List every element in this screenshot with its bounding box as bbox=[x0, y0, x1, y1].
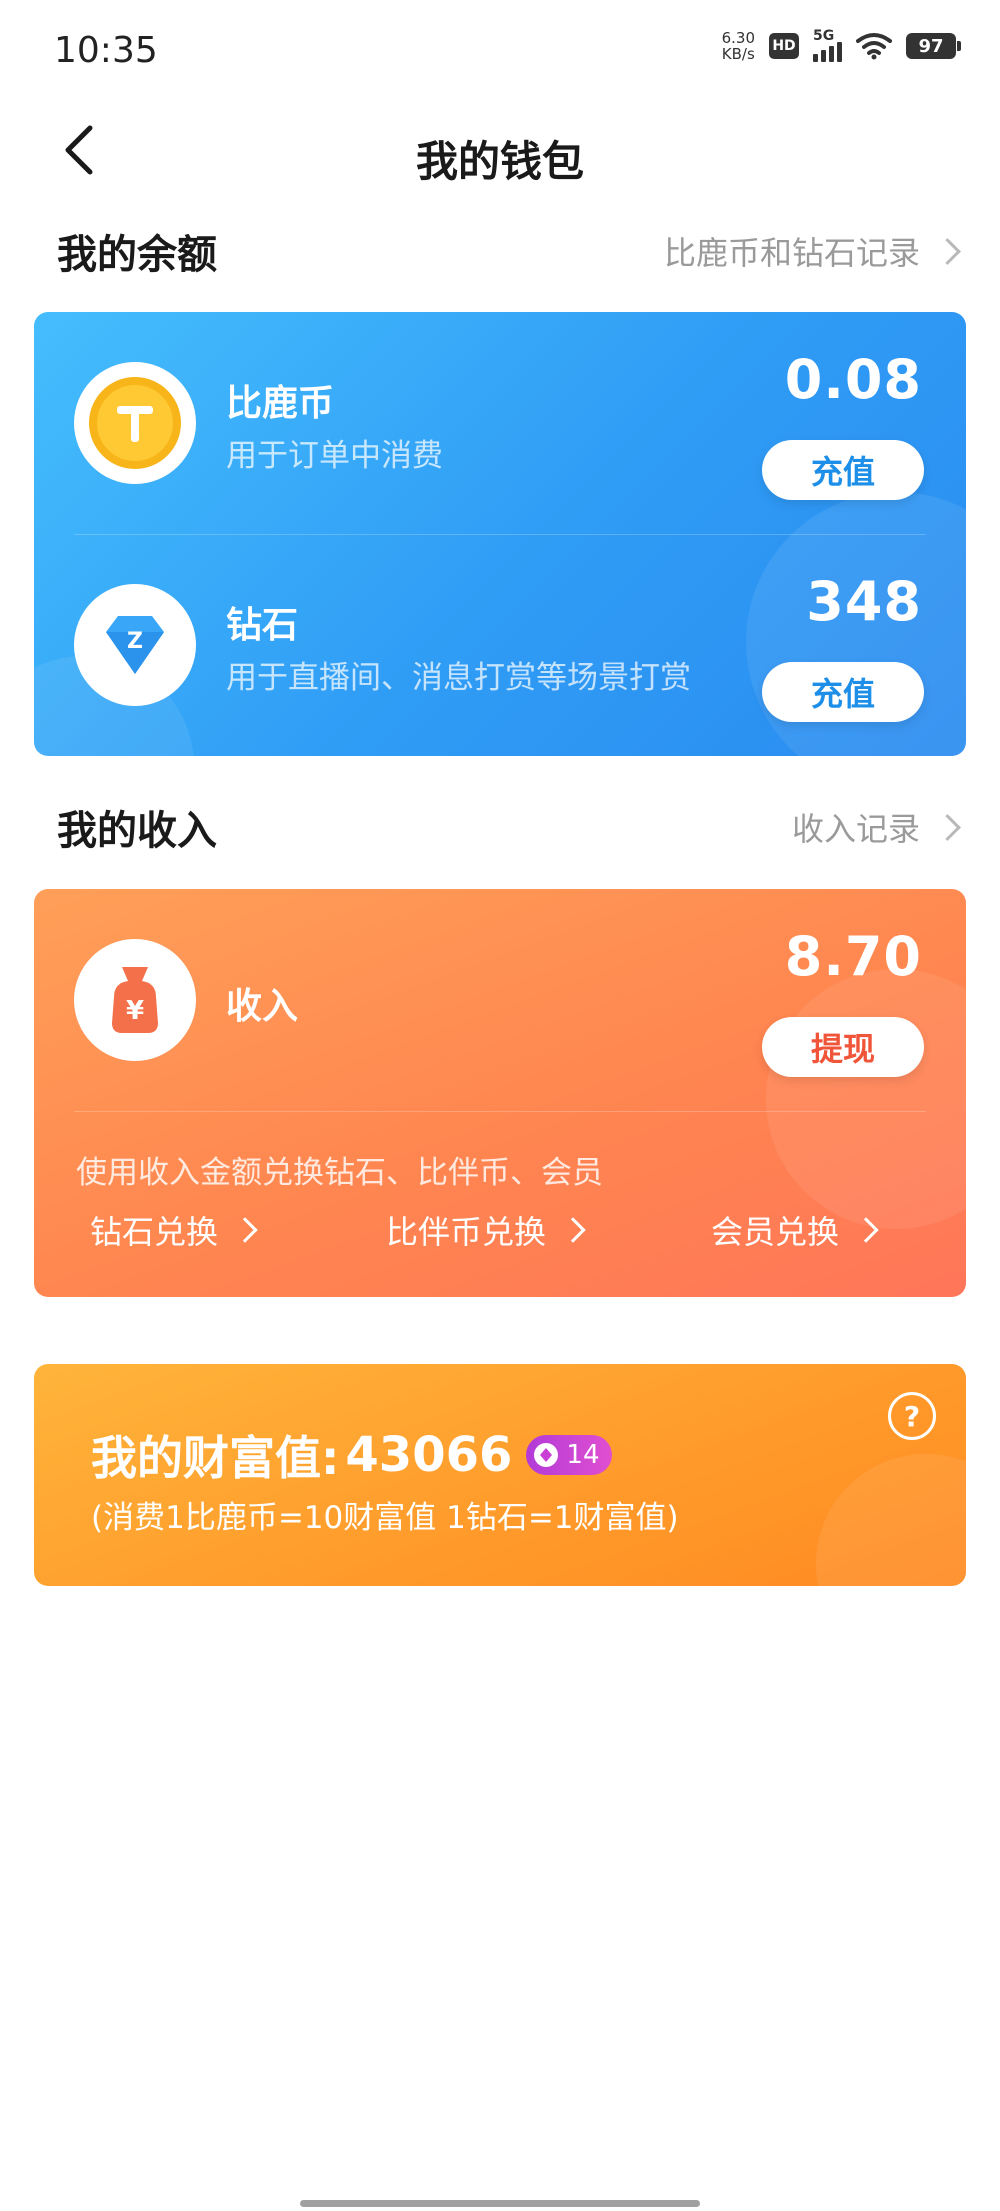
income-records-link[interactable]: 收入记录 bbox=[792, 804, 961, 850]
exchange-note: 使用收入金额兑换钻石、比伴币、会员 bbox=[76, 1155, 603, 1191]
wealth-card: 我的财富值: 43066 14 (消费1比鹿币=10财富值 1钻石=1财富值) … bbox=[34, 1364, 966, 1586]
status-time: 10:35 bbox=[54, 30, 158, 71]
wealth-rule: (消费1比鹿币=10财富值 1钻石=1财富值) bbox=[91, 1500, 679, 1536]
status-icons: 6.30 KB/s HD 5G 97 bbox=[721, 28, 961, 63]
gold-coin-icon bbox=[89, 377, 181, 469]
income-row: ¥ 收入 8.70 提现 bbox=[34, 889, 966, 1089]
diamond-icon: Z bbox=[106, 616, 164, 674]
membership-exchange-link[interactable]: 会员兑换 bbox=[711, 1207, 879, 1253]
wifi-icon bbox=[856, 33, 892, 60]
diamond-avatar: Z bbox=[74, 584, 196, 706]
wealth-line: 我的财富值: 43066 14 bbox=[91, 1422, 612, 1488]
level-badge: 14 bbox=[526, 1435, 612, 1475]
income-section-header: 我的收入 收入记录 bbox=[57, 798, 961, 858]
diamond-recharge-button[interactable]: 充值 bbox=[762, 662, 924, 722]
coin-row: 比鹿币 用于订单中消费 0.08 充值 bbox=[34, 312, 966, 512]
signal-icon: 5G bbox=[813, 28, 842, 62]
exchange-links: 钻石兑换 比伴币兑换 会员兑换 bbox=[34, 1207, 966, 1267]
income-amount: 8.70 bbox=[784, 925, 922, 988]
battery-icon: 97 bbox=[906, 33, 961, 59]
balance-section-header: 我的余额 比鹿币和钻石记录 bbox=[57, 222, 961, 282]
chevron-right-icon bbox=[934, 237, 961, 265]
chevron-right-icon bbox=[934, 813, 961, 841]
income-avatar: ¥ bbox=[74, 939, 196, 1061]
home-indicator[interactable] bbox=[300, 2200, 700, 2207]
level-diamond-icon bbox=[534, 1443, 559, 1467]
withdraw-button[interactable]: 提现 bbox=[762, 1017, 924, 1077]
coin-diamond-records-link[interactable]: 比鹿币和钻石记录 bbox=[664, 228, 961, 274]
companion-coin-exchange-link[interactable]: 比伴币兑换 bbox=[386, 1207, 586, 1253]
diamond-exchange-link[interactable]: 钻石兑换 bbox=[90, 1207, 258, 1253]
svg-text:¥: ¥ bbox=[126, 996, 144, 1026]
svg-text:Z: Z bbox=[127, 629, 143, 654]
chevron-right-icon bbox=[853, 1217, 879, 1243]
coin-recharge-button[interactable]: 充值 bbox=[762, 440, 924, 500]
status-bar: 10:35 6.30 KB/s HD 5G 97 bbox=[0, 0, 1000, 110]
income-card: ¥ 收入 8.70 提现 使用收入金额兑换钻石、比伴币、会员 钻石兑换 比伴币兑… bbox=[34, 889, 966, 1297]
navigation-bar: 我的钱包 bbox=[0, 110, 1000, 230]
hd-icon: HD bbox=[769, 33, 799, 59]
coin-amount: 0.08 bbox=[784, 348, 922, 411]
diamond-amount: 348 bbox=[806, 570, 922, 633]
chevron-right-icon bbox=[232, 1217, 258, 1243]
chevron-right-icon bbox=[560, 1217, 586, 1243]
balance-card: 比鹿币 用于订单中消费 0.08 充值 Z 钻石 用于直播间、消息打赏等场景打赏… bbox=[34, 312, 966, 756]
wealth-value: 43066 bbox=[345, 1427, 513, 1483]
money-bag-icon: ¥ bbox=[112, 967, 158, 1033]
balance-section-title: 我的余额 bbox=[57, 232, 217, 278]
help-button[interactable]: ? bbox=[888, 1392, 936, 1440]
diamond-subtitle: 用于直播间、消息打赏等场景打赏 bbox=[226, 660, 691, 696]
decoration-circle bbox=[816, 1454, 966, 1586]
diamond-title: 钻石 bbox=[226, 605, 299, 646]
income-title: 收入 bbox=[226, 986, 299, 1027]
income-section-title: 我的收入 bbox=[57, 808, 217, 854]
coin-title: 比鹿币 bbox=[226, 383, 335, 424]
page-title: 我的钱包 bbox=[415, 137, 584, 186]
divider bbox=[74, 1111, 926, 1112]
network-speed: 6.30 KB/s bbox=[721, 29, 755, 63]
coin-avatar bbox=[74, 362, 196, 484]
diamond-row: Z 钻石 用于直播间、消息打赏等场景打赏 348 充值 bbox=[34, 534, 966, 734]
wealth-label: 我的财富值: bbox=[91, 1431, 340, 1485]
coin-subtitle: 用于订单中消费 bbox=[226, 438, 443, 474]
